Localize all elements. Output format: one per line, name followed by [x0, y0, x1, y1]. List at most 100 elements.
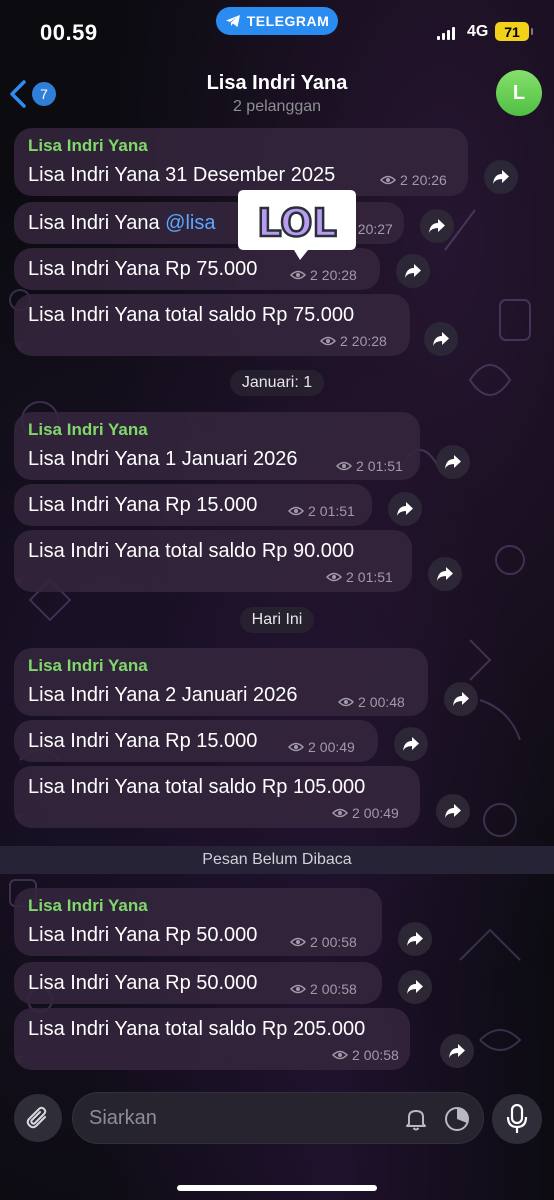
- chat-title[interactable]: Lisa Indri Yana: [0, 72, 554, 95]
- message-text: Lisa Indri Yana 31 Desember 2025: [28, 164, 336, 186]
- share-arrow-icon: [397, 502, 413, 516]
- network-type: 4G: [467, 23, 489, 40]
- date-separator: Hari Ini: [240, 607, 314, 633]
- avatar[interactable]: L: [496, 70, 542, 116]
- view-count: 2: [356, 458, 364, 474]
- telegram-icon: [225, 15, 240, 27]
- message-time: 01:51: [367, 458, 403, 474]
- share-arrow-icon: [429, 219, 445, 233]
- forward-button[interactable]: [436, 445, 470, 479]
- eye-icon: [290, 937, 306, 947]
- message-text: Lisa Indri Yana Rp 50.000: [28, 924, 258, 946]
- message-time: 20:28: [351, 333, 387, 349]
- forward-button[interactable]: [394, 727, 428, 761]
- signal-icon: [437, 26, 455, 40]
- share-arrow-icon: [407, 932, 423, 946]
- date-separator: Januari: 1: [230, 370, 324, 396]
- forward-button[interactable]: [396, 254, 430, 288]
- forward-button[interactable]: [398, 922, 432, 956]
- message-bubble[interactable]: Lisa Indri Yana total saldo Rp 205.000 2…: [14, 1008, 410, 1070]
- share-arrow-icon: [405, 264, 421, 278]
- message-text: Lisa Indri Yana 1 Januari 2026: [28, 448, 298, 470]
- message-meta: 2 00:58: [332, 1047, 399, 1063]
- forward-button[interactable]: [428, 557, 462, 591]
- message-meta: 2 00:49: [332, 805, 399, 821]
- share-arrow-icon: [407, 980, 423, 994]
- eye-icon: [338, 697, 354, 707]
- forward-button[interactable]: [388, 492, 422, 526]
- message-bubble[interactable]: Lisa Indri Yana Rp 15.000 2 01:51: [14, 484, 372, 526]
- message-text: Lisa Indri Yana total saldo Rp 90.000: [28, 540, 355, 562]
- lol-sticker[interactable]: LOL: [234, 186, 360, 264]
- view-count: 2: [310, 934, 318, 950]
- forward-button[interactable]: [420, 209, 454, 243]
- message-text: Lisa Indri Yana Rp 50.000: [28, 972, 258, 994]
- forward-button[interactable]: [484, 160, 518, 194]
- view-count: 2: [340, 333, 348, 349]
- view-count: 2: [308, 503, 316, 519]
- telegram-pill[interactable]: TELEGRAM: [216, 7, 338, 35]
- eye-icon: [290, 984, 306, 994]
- status-time: 00.59: [40, 20, 98, 45]
- view-count: 2: [346, 569, 354, 585]
- message-bubble[interactable]: Lisa Indri Yana total saldo Rp 105.000 2…: [14, 766, 420, 828]
- message-bubble[interactable]: Lisa Indri Yana Rp 50.000 2 00:58: [14, 962, 382, 1004]
- message-text: Lisa Indri Yana total saldo Rp 205.000: [28, 1018, 366, 1040]
- message-meta: 2 20:26: [380, 172, 447, 188]
- view-count: 2: [352, 805, 360, 821]
- message-bubble[interactable]: Lisa Indri Yana Lisa Indri Yana Rp 50.00…: [14, 888, 382, 956]
- share-arrow-icon: [449, 1044, 465, 1058]
- forward-button[interactable]: [444, 682, 478, 716]
- microphone-icon: [506, 1104, 528, 1133]
- share-arrow-icon: [403, 737, 419, 751]
- message-bubble[interactable]: Lisa Indri Yana Rp 15.000 2 00:49: [14, 720, 378, 762]
- attach-button[interactable]: [14, 1094, 62, 1142]
- message-text: Lisa Indri Yana Rp 15.000: [28, 494, 258, 516]
- eye-icon: [332, 808, 348, 818]
- date-separator-label: Hari Ini: [251, 611, 303, 628]
- eye-icon: [288, 506, 304, 516]
- message-meta: 2 01:51: [336, 458, 403, 474]
- message-meta: 2 01:51: [288, 503, 355, 519]
- sender-name: Lisa Indri Yana: [28, 656, 148, 675]
- message-text: Lisa Indri Yana total saldo Rp 105.000: [28, 776, 366, 798]
- message-meta: 2 00:49: [288, 739, 355, 755]
- voice-record-button[interactable]: [492, 1094, 542, 1144]
- view-count: 2: [400, 172, 408, 188]
- home-indicator: [177, 1185, 377, 1191]
- forward-button[interactable]: [424, 322, 458, 356]
- eye-icon: [332, 1050, 348, 1060]
- schedule-timer-icon[interactable]: [443, 1105, 471, 1133]
- mention-link[interactable]: @lisa: [165, 212, 215, 234]
- message-bubble[interactable]: Lisa Indri Yana Lisa Indri Yana 1 Januar…: [14, 412, 420, 480]
- broadcast-input[interactable]: [89, 1093, 389, 1143]
- share-arrow-icon: [493, 170, 509, 184]
- share-arrow-icon: [445, 455, 461, 469]
- view-count: 2: [310, 267, 318, 283]
- message-bubble[interactable]: Lisa Indri Yana total saldo Rp 75.000 2 …: [14, 294, 410, 356]
- message-time: 01:51: [357, 569, 393, 585]
- message-bubble[interactable]: Lisa Indri Yana Lisa Indri Yana 2 Januar…: [14, 648, 428, 716]
- message-text: Lisa Indri Yana @lisa: [28, 212, 215, 235]
- share-arrow-icon: [437, 567, 453, 581]
- message-meta: 2 20:28: [290, 267, 357, 283]
- date-separator-label: Januari: 1: [241, 374, 313, 391]
- eye-icon: [290, 270, 306, 280]
- share-arrow-icon: [433, 332, 449, 346]
- forward-button[interactable]: [436, 794, 470, 828]
- unread-divider-label: Pesan Belum Dibaca: [202, 851, 352, 868]
- message-time: 00:49: [319, 739, 355, 755]
- eye-icon: [380, 175, 396, 185]
- sticker-text: LOL: [257, 201, 336, 245]
- message-input-field[interactable]: [72, 1092, 484, 1144]
- subscriber-count: 2 pelanggan: [232, 98, 322, 115]
- forward-button[interactable]: [398, 970, 432, 1004]
- sender-name: Lisa Indri Yana: [28, 136, 148, 155]
- forward-button[interactable]: [440, 1034, 474, 1068]
- sender-name: Lisa Indri Yana: [28, 896, 148, 915]
- message-meta: 2 00:58: [290, 981, 357, 997]
- unread-messages-divider: Pesan Belum Dibaca: [0, 846, 554, 874]
- message-text: Lisa Indri Yana Rp 15.000: [28, 730, 258, 752]
- bell-icon[interactable]: [403, 1106, 429, 1132]
- message-bubble[interactable]: Lisa Indri Yana total saldo Rp 90.000 2 …: [14, 530, 412, 592]
